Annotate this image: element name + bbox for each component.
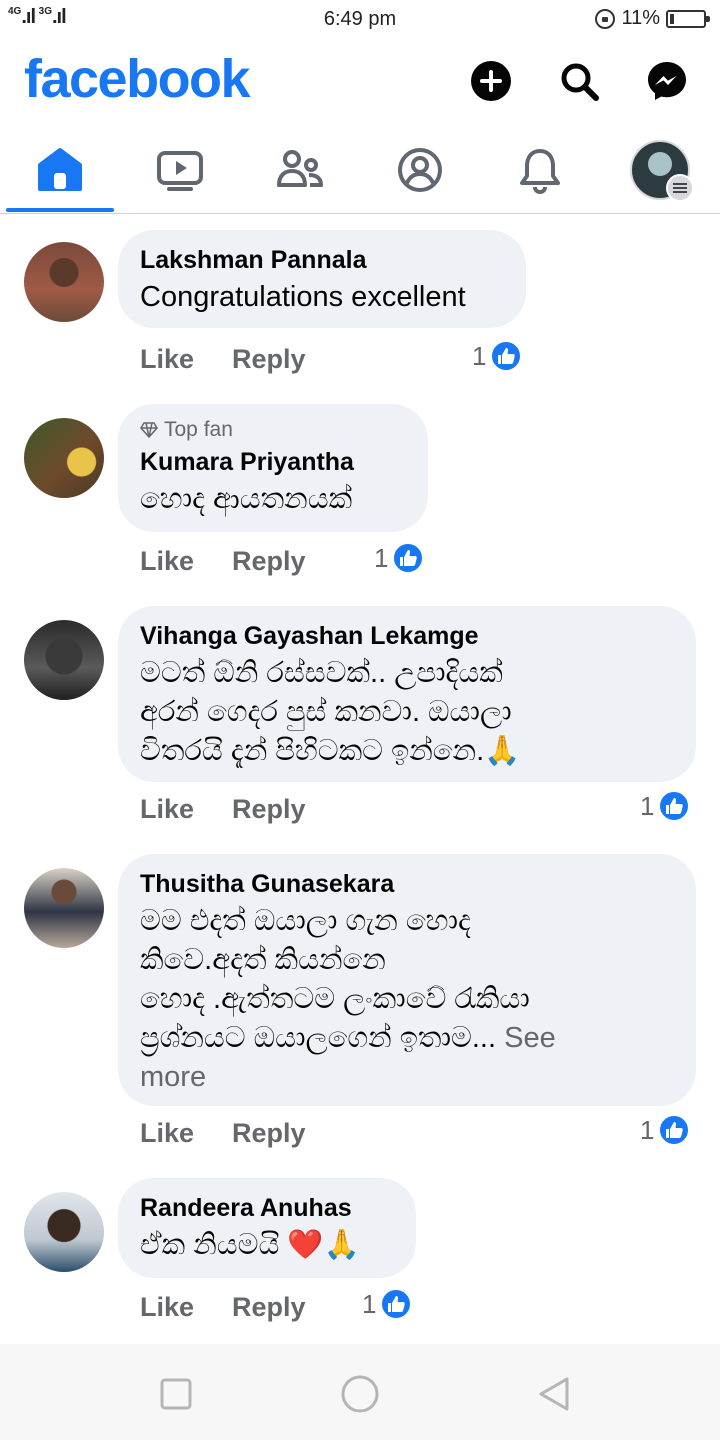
comment-author[interactable]: Kumara Priyantha bbox=[140, 446, 406, 478]
reaction-count[interactable]: 1 bbox=[374, 542, 425, 574]
comment-bubble: Vihanga Gayashan Lekamge මටත් ඕනි රස්සවක… bbox=[118, 606, 696, 782]
thumbs-up-icon bbox=[658, 790, 691, 822]
square-icon bbox=[160, 1378, 192, 1410]
profile-icon bbox=[398, 148, 442, 192]
reaction-count[interactable]: 1 bbox=[362, 1288, 413, 1320]
like-button[interactable]: Like bbox=[140, 344, 194, 375]
nav-tabs bbox=[0, 128, 720, 214]
comment-text-line: හොද .ඇත්තටම ලංකාවේ රැකියා bbox=[140, 983, 530, 1015]
search-button[interactable] bbox=[556, 58, 602, 104]
messenger-button[interactable] bbox=[644, 58, 690, 104]
reaction-number: 1 bbox=[640, 790, 655, 821]
tab-notifications[interactable] bbox=[482, 128, 598, 212]
reaction-number: 1 bbox=[640, 1114, 655, 1145]
circle-icon bbox=[341, 1375, 379, 1413]
comment-author[interactable]: Lakshman Pannala bbox=[140, 244, 504, 276]
search-icon bbox=[561, 63, 599, 101]
home-icon bbox=[38, 148, 82, 191]
avatar[interactable] bbox=[24, 242, 104, 322]
comment-author[interactable]: Vihanga Gayashan Lekamge bbox=[140, 620, 674, 652]
thumbs-up-icon bbox=[490, 340, 523, 372]
menu-icon bbox=[666, 174, 694, 202]
tab-watch[interactable] bbox=[122, 128, 238, 212]
tab-home[interactable] bbox=[2, 128, 118, 212]
reaction-count[interactable]: 1 bbox=[640, 1114, 691, 1146]
triangle-back-icon bbox=[539, 1377, 569, 1411]
reaction-number: 1 bbox=[374, 542, 389, 573]
comment-text-line: මටත් ඕනි රස්සවක්.. උපාදියක් bbox=[140, 657, 503, 689]
like-button[interactable]: Like bbox=[140, 1118, 194, 1149]
reply-button[interactable]: Reply bbox=[232, 546, 306, 577]
thumbs-up-icon bbox=[658, 1114, 691, 1146]
battery-icon bbox=[666, 9, 710, 28]
plus-circle-icon bbox=[471, 61, 511, 101]
reply-button[interactable]: Reply bbox=[232, 1118, 306, 1149]
see-more-link[interactable]: more bbox=[140, 1058, 674, 1097]
comment-text: ඒක නියමයි ❤️🙏 bbox=[140, 1229, 360, 1261]
comment-text: Congratulations excellent bbox=[140, 281, 466, 313]
app-header: facebook bbox=[0, 42, 720, 122]
friends-icon bbox=[277, 150, 323, 187]
create-post-button[interactable] bbox=[468, 58, 514, 104]
tab-menu[interactable] bbox=[602, 128, 718, 212]
comment-text-line: කිවෙ.අදත් කියන්නෙ bbox=[140, 944, 386, 976]
reaction-number: 1 bbox=[472, 340, 487, 371]
see-more-link[interactable]: See bbox=[504, 1022, 556, 1054]
tab-profile[interactable] bbox=[362, 128, 478, 212]
avatar[interactable] bbox=[24, 620, 104, 700]
reply-button[interactable]: Reply bbox=[232, 794, 306, 825]
system-nav-bar bbox=[0, 1344, 720, 1440]
facebook-logo[interactable]: facebook bbox=[24, 48, 251, 110]
comment-bubble: Top fan Kumara Priyantha හොද ආයතනයක් bbox=[118, 404, 428, 532]
reply-button[interactable]: Reply bbox=[232, 344, 306, 375]
comment-text-line: අරන් ගෙදර පුස් කනවා. ඔයාලා bbox=[140, 696, 512, 728]
comment-bubble: Randeera Anuhas ඒක නියමයි ❤️🙏 bbox=[118, 1178, 416, 1278]
bell-icon bbox=[520, 149, 560, 195]
like-button[interactable]: Like bbox=[140, 546, 194, 577]
messenger-icon bbox=[648, 62, 686, 100]
comment-text: හොද ආයතනයක් bbox=[140, 483, 353, 515]
home-button[interactable] bbox=[340, 1374, 380, 1414]
thumbs-up-icon bbox=[392, 542, 425, 574]
comment-bubble: Lakshman Pannala Congratulations excelle… bbox=[118, 230, 526, 328]
avatar[interactable] bbox=[24, 1192, 104, 1272]
status-bar: 4G.ıl 3G.ıl 6:49 pm 11% bbox=[0, 0, 720, 40]
tab-friends[interactable] bbox=[242, 128, 358, 212]
back-button[interactable] bbox=[534, 1374, 574, 1414]
like-button[interactable]: Like bbox=[140, 794, 194, 825]
comment-text-line: විතරයි දැන් පිහිටකට ඉන්නෙ.🙏 bbox=[140, 735, 521, 767]
video-icon bbox=[157, 151, 203, 191]
avatar bbox=[630, 140, 694, 202]
comment-author[interactable]: Randeera Anuhas bbox=[140, 1192, 394, 1224]
diamond-icon bbox=[140, 422, 158, 438]
reply-button[interactable]: Reply bbox=[232, 1292, 306, 1323]
battery-percent: 11% bbox=[621, 7, 660, 29]
status-right: 11% bbox=[595, 7, 710, 30]
avatar[interactable] bbox=[24, 868, 104, 948]
reaction-number: 1 bbox=[362, 1288, 377, 1319]
top-fan-label: Top fan bbox=[164, 418, 233, 441]
recents-button[interactable] bbox=[156, 1374, 196, 1414]
comment-text-truncated: ප්‍රශ්නයට ඔයාලගෙන් ඉතාම... bbox=[140, 1022, 497, 1054]
comment-bubble: Thusitha Gunasekara මම එදත් ඔයාලා ගැන හො… bbox=[118, 854, 696, 1106]
like-button[interactable]: Like bbox=[140, 1292, 194, 1323]
reaction-count[interactable]: 1 bbox=[640, 790, 691, 822]
top-fan-badge: Top fan bbox=[140, 418, 406, 442]
avatar[interactable] bbox=[24, 418, 104, 498]
comment-text-line: මම එදත් ඔයාලා ගැන හොද bbox=[140, 905, 471, 937]
comment-text-line: ප්‍රශ්නයට ඔයාලගෙන් ඉතාම... See bbox=[140, 1019, 674, 1058]
reaction-count[interactable]: 1 bbox=[472, 340, 523, 372]
rotation-lock-icon bbox=[595, 8, 616, 29]
comment-author[interactable]: Thusitha Gunasekara bbox=[140, 868, 674, 900]
thumbs-up-icon bbox=[380, 1288, 413, 1320]
